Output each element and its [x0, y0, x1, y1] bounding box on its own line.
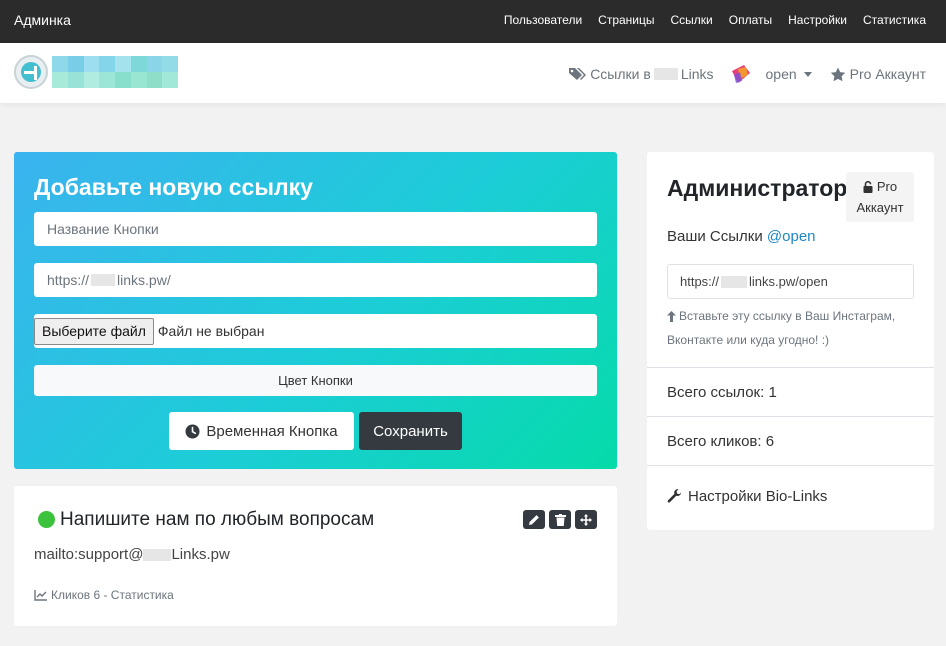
link-item-stats[interactable]: Кликов 6 - Статистика	[34, 588, 174, 602]
profile-url-hint-text: Вставьте эту ссылку в Ваш Инстаграм, Вко…	[667, 309, 896, 347]
move-arrows-icon	[580, 513, 592, 526]
pro-account-button[interactable]: Pro Аккаунт	[846, 172, 914, 222]
tags-icon	[568, 67, 587, 81]
wrench-icon	[667, 489, 682, 504]
link-url-prefix: https://	[47, 272, 90, 288]
user-avatar-icon[interactable]	[730, 63, 752, 85]
link-item-url-suffix: Links.pw	[171, 546, 230, 563]
button-name-input[interactable]: Название Кнопки	[34, 212, 597, 246]
user-name: open	[765, 66, 797, 82]
move-button[interactable]	[575, 510, 597, 529]
bio-links-settings-label: Настройки Bio-Links	[688, 488, 828, 505]
divider	[647, 465, 934, 466]
nav-item-pages[interactable]: Страницы	[598, 13, 654, 27]
pro-account-label: Pro Аккаунт	[849, 66, 926, 82]
profile-url-suffix: links.pw/open	[749, 274, 828, 289]
profile-url-prefix: https://	[680, 274, 720, 289]
admin-brand-link[interactable]: Админка	[14, 12, 71, 28]
user-dropdown[interactable]: open	[766, 66, 812, 82]
nav-item-payments[interactable]: Оплаты	[729, 13, 772, 27]
arrow-up-icon	[667, 311, 676, 323]
nav-item-links[interactable]: Ссылки	[671, 13, 713, 27]
nav-item-users[interactable]: Пользователи	[504, 13, 582, 27]
button-name-placeholder: Название Кнопки	[47, 221, 159, 237]
temporary-button-label: Временная Кнопка	[206, 422, 338, 440]
line-chart-icon	[34, 589, 47, 601]
divider	[647, 416, 934, 417]
nav-item-settings[interactable]: Настройки	[788, 13, 847, 27]
total-clicks-stat: Всего кликов: 6	[667, 433, 775, 450]
pro-account-link[interactable]: Pro Аккаунт	[830, 66, 926, 82]
header-links-link[interactable]: Ссылки в Links	[568, 66, 714, 82]
your-links-row: Ваши Ссылки @open	[667, 228, 816, 245]
link-item-card: Напишите нам по любым вопросам mailto:su…	[14, 486, 617, 626]
admin-navbar: Админка Пользователи Страницы Ссылки Опл…	[0, 0, 946, 43]
profile-url-hint: Вставьте эту ссылку в Ваш Инстаграм, Вко…	[667, 304, 917, 352]
add-link-card: Добавьте новую ссылку Название Кнопки ht…	[14, 152, 617, 469]
star-icon	[830, 67, 846, 82]
header-links-prefix: Ссылки в	[590, 66, 651, 82]
your-links-label: Ваши Ссылки	[667, 228, 763, 245]
profile-sidebar: Администратор Pro Аккаунт Ваши Ссылки @o…	[647, 152, 934, 530]
link-item-actions	[523, 510, 597, 529]
nav-item-statistics[interactable]: Статистика	[863, 13, 926, 27]
total-links-stat: Всего ссылок: 1	[667, 384, 777, 401]
link-item-title: Напишите нам по любым вопросам	[60, 509, 375, 530]
save-button[interactable]: Сохранить	[359, 412, 462, 450]
sidebar-title: Администратор	[667, 175, 848, 201]
button-color-picker[interactable]: Цвет Кнопки	[34, 365, 597, 396]
redacted-block	[91, 274, 116, 286]
site-header: Ссылки в Links open Pro Аккаунт	[0, 43, 946, 103]
link-item-url: mailto:support@ Links.pw	[34, 546, 230, 563]
link-item-url-prefix: mailto:support@	[34, 546, 144, 563]
unlock-icon	[863, 180, 873, 193]
trash-icon	[554, 513, 566, 526]
header-menu: Ссылки в Links open Pro Аккаунт	[568, 63, 926, 85]
status-dot-icon	[38, 511, 55, 528]
button-color-label: Цвет Кнопки	[278, 373, 353, 388]
add-link-title: Добавьте новую ссылку	[34, 174, 313, 200]
pencil-icon	[528, 514, 540, 526]
save-button-label: Сохранить	[373, 422, 448, 440]
temporary-button[interactable]: Временная Кнопка	[169, 412, 354, 450]
admin-nav: Пользователи Страницы Ссылки Оплаты Наст…	[504, 13, 926, 27]
choose-file-button[interactable]: Выберите файл	[34, 317, 154, 345]
redacted-block	[143, 549, 172, 562]
link-item-stats-label: Кликов 6 - Статистика	[51, 588, 174, 602]
redacted-block	[721, 275, 748, 288]
file-upload-field: Выберите файл Файл не выбран	[34, 314, 597, 348]
pro-button-line1: Pro	[876, 179, 898, 194]
profile-url-field[interactable]: https:// links.pw/open	[667, 264, 914, 299]
divider	[647, 367, 934, 368]
site-logo-wordmark[interactable]	[52, 56, 178, 88]
profile-handle-link[interactable]: @open	[767, 228, 816, 245]
site-logo-icon[interactable]	[14, 55, 48, 89]
header-links-suffix: Links	[680, 66, 714, 82]
edit-button[interactable]	[523, 510, 545, 529]
clock-icon	[185, 424, 200, 439]
bio-links-settings-link[interactable]: Настройки Bio-Links	[667, 488, 827, 505]
delete-button[interactable]	[549, 510, 571, 529]
link-url-input[interactable]: https:// links.pw/	[34, 263, 597, 297]
file-status: Файл не выбран	[157, 323, 265, 339]
redacted-block	[653, 68, 678, 80]
chevron-down-icon	[803, 71, 812, 77]
link-url-suffix: links.pw/	[117, 272, 171, 288]
pro-button-line2: Аккаунт	[856, 200, 904, 215]
